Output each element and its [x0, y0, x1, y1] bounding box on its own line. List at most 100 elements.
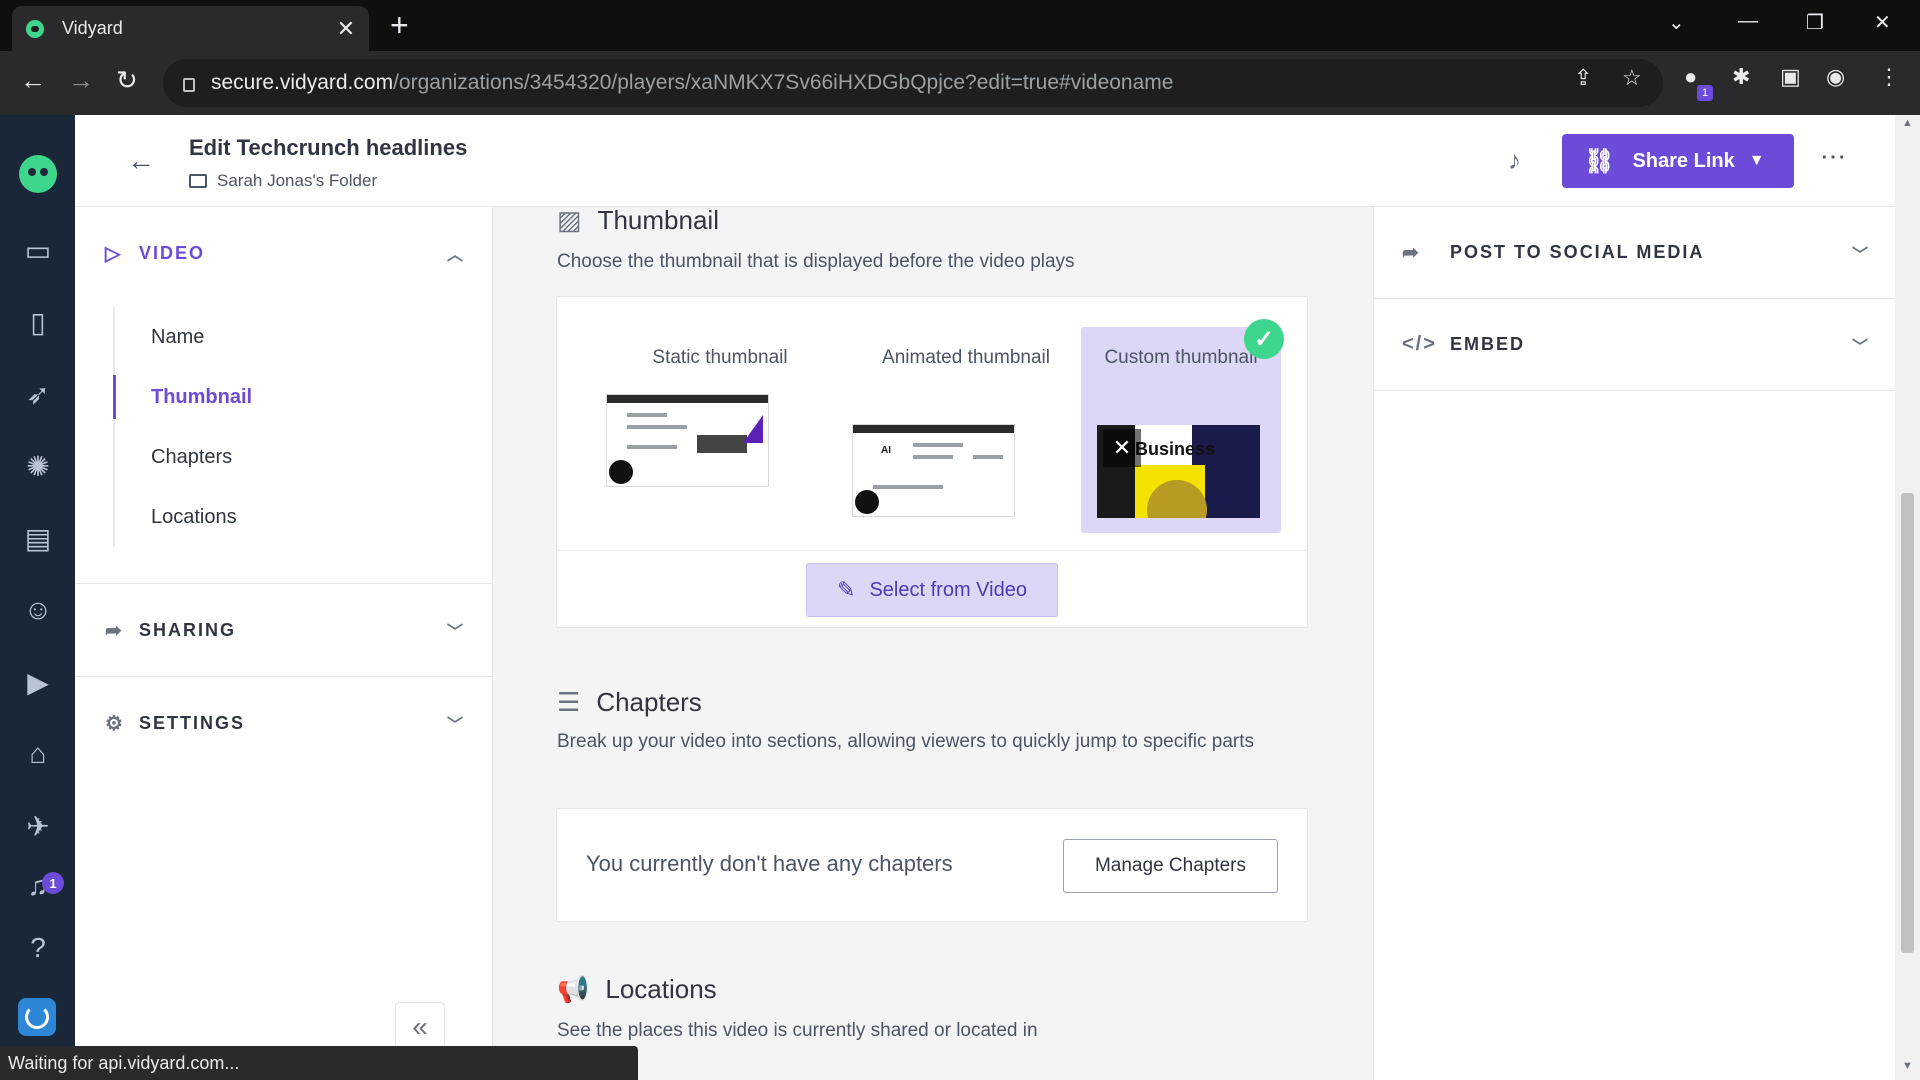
- library-icon[interactable]: ▯: [19, 303, 57, 341]
- embed-header[interactable]: </> EMBED ﹀: [1374, 299, 1896, 391]
- vidyard-favicon-icon: [26, 19, 44, 38]
- chevron-down-icon: ﹀: [446, 624, 465, 641]
- url-path: /organizations/3454320/players/xaNMKX7Sv…: [393, 71, 1174, 94]
- scrollbar-thumb[interactable]: [1901, 493, 1914, 953]
- sharing-section-header[interactable]: ➦ SHARING ﹀: [75, 584, 493, 676]
- post-to-social-label: POST TO SOCIAL MEDIA: [1450, 242, 1705, 262]
- chevron-down-icon: ﹀: [446, 717, 465, 734]
- back-arrow-icon[interactable]: ←: [127, 145, 155, 177]
- videos-icon[interactable]: ▭: [19, 231, 57, 269]
- locations-section-title: 📢 Locations: [557, 974, 717, 1005]
- learning-icon[interactable]: ⌂: [19, 735, 57, 773]
- settings-section-header[interactable]: ⚙ SETTINGS ﹀: [75, 677, 493, 769]
- forward-icon[interactable]: →: [68, 65, 94, 95]
- settings-section-label: SETTINGS: [139, 712, 246, 733]
- vidyard-app: ▭ ▯ ➶ ✺ ▤ ☺ ▶ ⌂ ✈ ♫ 1 ? ← Edit Techcrunc…: [0, 115, 1920, 1080]
- team-icon[interactable]: ☺: [19, 591, 57, 629]
- chevron-up-icon: ︿: [446, 247, 465, 264]
- new-tab-button[interactable]: +: [390, 8, 409, 42]
- vidyard-logo-icon[interactable]: [19, 155, 57, 193]
- thumb-photo-block: [697, 435, 747, 453]
- bookmark-star-icon[interactable]: ☆: [1622, 65, 1642, 91]
- subnav-item-locations[interactable]: Locations: [115, 487, 453, 547]
- thumb-text-line: [627, 425, 687, 429]
- custom-image-text: Business: [1135, 439, 1216, 459]
- static-thumbnail-label: Static thumbnail: [652, 347, 788, 368]
- thumb-text-line: [913, 455, 953, 459]
- reload-icon[interactable]: ↻: [116, 65, 138, 95]
- select-from-video-button[interactable]: ✎ Select from Video: [806, 563, 1058, 617]
- browser-status-bar: Waiting for api.vidyard.com...: [0, 1046, 638, 1080]
- folder-breadcrumb[interactable]: Sarah Jonas's Folder: [189, 171, 377, 191]
- distribution-panel: ➦ POST TO SOCIAL MEDIA ﹀ </> EMBED ﹀: [1373, 207, 1896, 1080]
- minimize-icon[interactable]: —: [1738, 10, 1758, 33]
- thumb-triangle: [743, 415, 763, 443]
- video-section-header[interactable]: ▷ VIDEO ︿: [75, 207, 493, 299]
- megaphone-icon: 📢: [557, 974, 590, 1004]
- share-page-icon[interactable]: ⇪: [1574, 65, 1592, 91]
- list-icon: ☰: [557, 687, 581, 717]
- extension-badge: 1: [1697, 85, 1713, 101]
- restore-icon[interactable]: ❐: [1806, 10, 1824, 35]
- page-title: Edit Techcrunch headlines: [189, 135, 468, 160]
- thumbnail-description: Choose the thumbnail that is displayed b…: [557, 251, 1075, 272]
- chevron-down-icon: ﹀: [1851, 338, 1870, 356]
- rocket-icon[interactable]: ➶: [19, 375, 57, 413]
- subnav-item-chapters[interactable]: Chapters: [115, 427, 453, 487]
- share-arrow-icon: ➦: [105, 619, 124, 642]
- scroll-up-icon[interactable]: ▲: [1902, 117, 1913, 129]
- thumb-header-bar: [607, 395, 768, 403]
- analytics-icon[interactable]: ▤: [19, 519, 57, 557]
- collapse-panel-icon[interactable]: «: [395, 1002, 445, 1052]
- launch-icon[interactable]: ✈: [19, 807, 57, 845]
- chapters-section-title: ☰ Chapters: [557, 687, 702, 718]
- tab-search-icon[interactable]: ⌄: [1668, 10, 1685, 35]
- manage-chapters-button[interactable]: Manage Chapters: [1063, 839, 1278, 893]
- share-link-button[interactable]: ⛓ Share Link ▼: [1562, 134, 1794, 188]
- video-subnav: Name Thumbnail Chapters Locations: [113, 307, 453, 547]
- back-icon[interactable]: ←: [20, 65, 46, 95]
- custom-thumbnail-image[interactable]: Business ✕: [1097, 425, 1260, 518]
- window-close-icon[interactable]: ✕: [1874, 10, 1891, 35]
- remove-thumbnail-icon[interactable]: ✕: [1103, 429, 1141, 467]
- select-from-video-label: Select from Video: [869, 578, 1027, 601]
- integrations-icon[interactable]: ✺: [19, 447, 57, 485]
- static-thumbnail-image[interactable]: [606, 394, 769, 487]
- browser-toolbar: ← → ↻ secure.vidyard.com/organizations/3…: [0, 51, 1920, 115]
- power-icon[interactable]: [18, 998, 56, 1036]
- thumb-header-bar: [853, 425, 1014, 433]
- edit-sections-panel: ▷ VIDEO ︿ Name Thumbnail Chapters Locati…: [75, 207, 493, 1080]
- no-chapters-text: You currently don't have any chapters: [586, 851, 953, 876]
- more-options-icon[interactable]: ⋯: [1820, 141, 1847, 172]
- extension-icon[interactable]: ●: [1684, 64, 1697, 90]
- edit-icon: ✎: [837, 577, 856, 602]
- animated-thumbnail-image[interactable]: AI: [852, 424, 1015, 517]
- locations-description: See the places this video is currently s…: [557, 1020, 1038, 1041]
- tab-title: Vidyard: [62, 18, 123, 38]
- tab-close-icon[interactable]: ✕: [337, 16, 355, 42]
- playlist-icon[interactable]: ▶: [19, 663, 57, 701]
- thumb-text-line: [627, 445, 677, 449]
- code-icon: </>: [1402, 333, 1437, 355]
- browser-menu-icon[interactable]: ⋮: [1878, 64, 1900, 90]
- post-to-social-header[interactable]: ➦ POST TO SOCIAL MEDIA ﹀: [1374, 207, 1896, 299]
- profile-icon[interactable]: ◉: [1826, 64, 1845, 90]
- page-scrollbar[interactable]: ▲ ▼: [1895, 115, 1920, 1080]
- chapters-description: Break up your video into sections, allow…: [557, 731, 1254, 752]
- browser-tab[interactable]: Vidyard ✕: [12, 6, 369, 51]
- page-header: ← Edit Techcrunch headlines Sarah Jonas'…: [75, 115, 1895, 207]
- subnav-item-name[interactable]: Name: [115, 307, 453, 367]
- main-content: ▨ Thumbnail Choose the thumbnail that is…: [493, 205, 1373, 1080]
- chapters-title: Chapters: [596, 687, 702, 717]
- address-bar[interactable]: secure.vidyard.com/organizations/3454320…: [163, 59, 1663, 107]
- subnav-item-thumbnail[interactable]: Thumbnail: [113, 367, 453, 427]
- sidepanel-icon[interactable]: ▣: [1780, 64, 1801, 90]
- puzzle-icon[interactable]: ✱: [1732, 64, 1750, 90]
- lock-icon: [183, 78, 195, 92]
- help-icon[interactable]: ?: [19, 929, 57, 967]
- share-link-label: Share Link: [1632, 149, 1735, 172]
- sharing-section-label: SHARING: [139, 619, 237, 640]
- folder-name: Sarah Jonas's Folder: [217, 171, 378, 190]
- bell-icon[interactable]: ♪: [1508, 145, 1521, 176]
- scroll-down-icon[interactable]: ▼: [1902, 1060, 1913, 1072]
